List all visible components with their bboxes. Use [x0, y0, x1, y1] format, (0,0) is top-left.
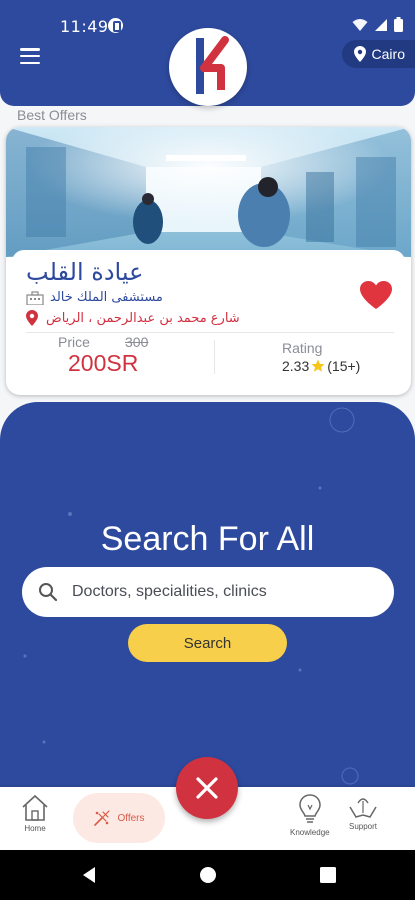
rating-count: (15+) [327, 358, 361, 374]
nav-offers-label: Offers [117, 812, 145, 824]
nav-home[interactable]: Home [20, 793, 50, 833]
offer-details: عيادة القلب مستشفى الملك خالد شارع محمد … [12, 250, 405, 392]
heart-icon[interactable] [359, 280, 393, 310]
system-nav-bar [0, 850, 415, 900]
hospital-name: مستشفى الملك خالد [50, 290, 163, 305]
offer-title: عيادة القلب [26, 258, 144, 286]
star-icon [311, 359, 325, 372]
app-logo [169, 28, 247, 106]
offers-icon [94, 810, 111, 826]
wifi-icon [352, 18, 368, 31]
search-input[interactable]: Doctors, specialities, clinics [22, 567, 394, 617]
address-text: شارع محمد بن عبدالرحمن ، الرياض [46, 310, 240, 326]
address-row: شارع محمد بن عبدالرحمن ، الرياض [26, 310, 240, 326]
home-system-icon[interactable] [197, 864, 219, 886]
home-icon [22, 794, 48, 821]
location-selector[interactable]: Cairo [341, 40, 415, 68]
search-button[interactable]: Search [128, 624, 287, 662]
divider [26, 332, 394, 333]
map-pin-icon [26, 310, 38, 326]
recents-icon[interactable] [317, 864, 339, 886]
support-icon [349, 798, 377, 818]
section-title: Best Offers [17, 107, 87, 123]
search-icon [39, 583, 58, 602]
back-icon[interactable] [79, 864, 101, 886]
rating-value: 2.33 [282, 358, 310, 374]
location-pin-icon [353, 46, 366, 62]
nav-support-label: Support [348, 822, 378, 831]
nav-home-label: Home [24, 824, 46, 833]
old-price: 300 [125, 334, 149, 350]
nav-knowledge[interactable]: Knowledge [290, 793, 330, 837]
signal-icon [375, 18, 387, 31]
nav-knowledge-label: Knowledge [290, 828, 330, 837]
knowledge-icon [299, 794, 321, 823]
close-button[interactable] [176, 757, 238, 819]
new-price: 200SR [68, 350, 139, 376]
divider [214, 340, 215, 374]
search-placeholder: Doctors, specialities, clinics [72, 583, 267, 600]
rating-label: Rating [282, 340, 323, 356]
app-notification-icon [108, 18, 123, 33]
close-icon [196, 777, 218, 799]
offer-card[interactable]: عيادة القلب مستشفى الملك خالد شارع محمد … [6, 127, 411, 395]
nav-support[interactable]: Support [348, 793, 378, 831]
offer-image [6, 127, 411, 257]
search-panel: Search For All Doctors, specialities, cl… [0, 402, 415, 792]
status-indicators [352, 17, 403, 32]
rating-row: 2.33 (15+) [282, 358, 360, 374]
status-time: 11:49 [60, 17, 109, 36]
hamburger-icon[interactable] [20, 48, 40, 64]
battery-icon [394, 17, 403, 32]
search-heading: Search For All [100, 520, 315, 558]
hospital-row: مستشفى الملك خالد [26, 290, 163, 305]
location-label: Cairo [371, 46, 405, 62]
building-icon [26, 290, 44, 305]
price-label: Price [58, 334, 90, 350]
nav-offers[interactable]: Offers [73, 793, 165, 843]
